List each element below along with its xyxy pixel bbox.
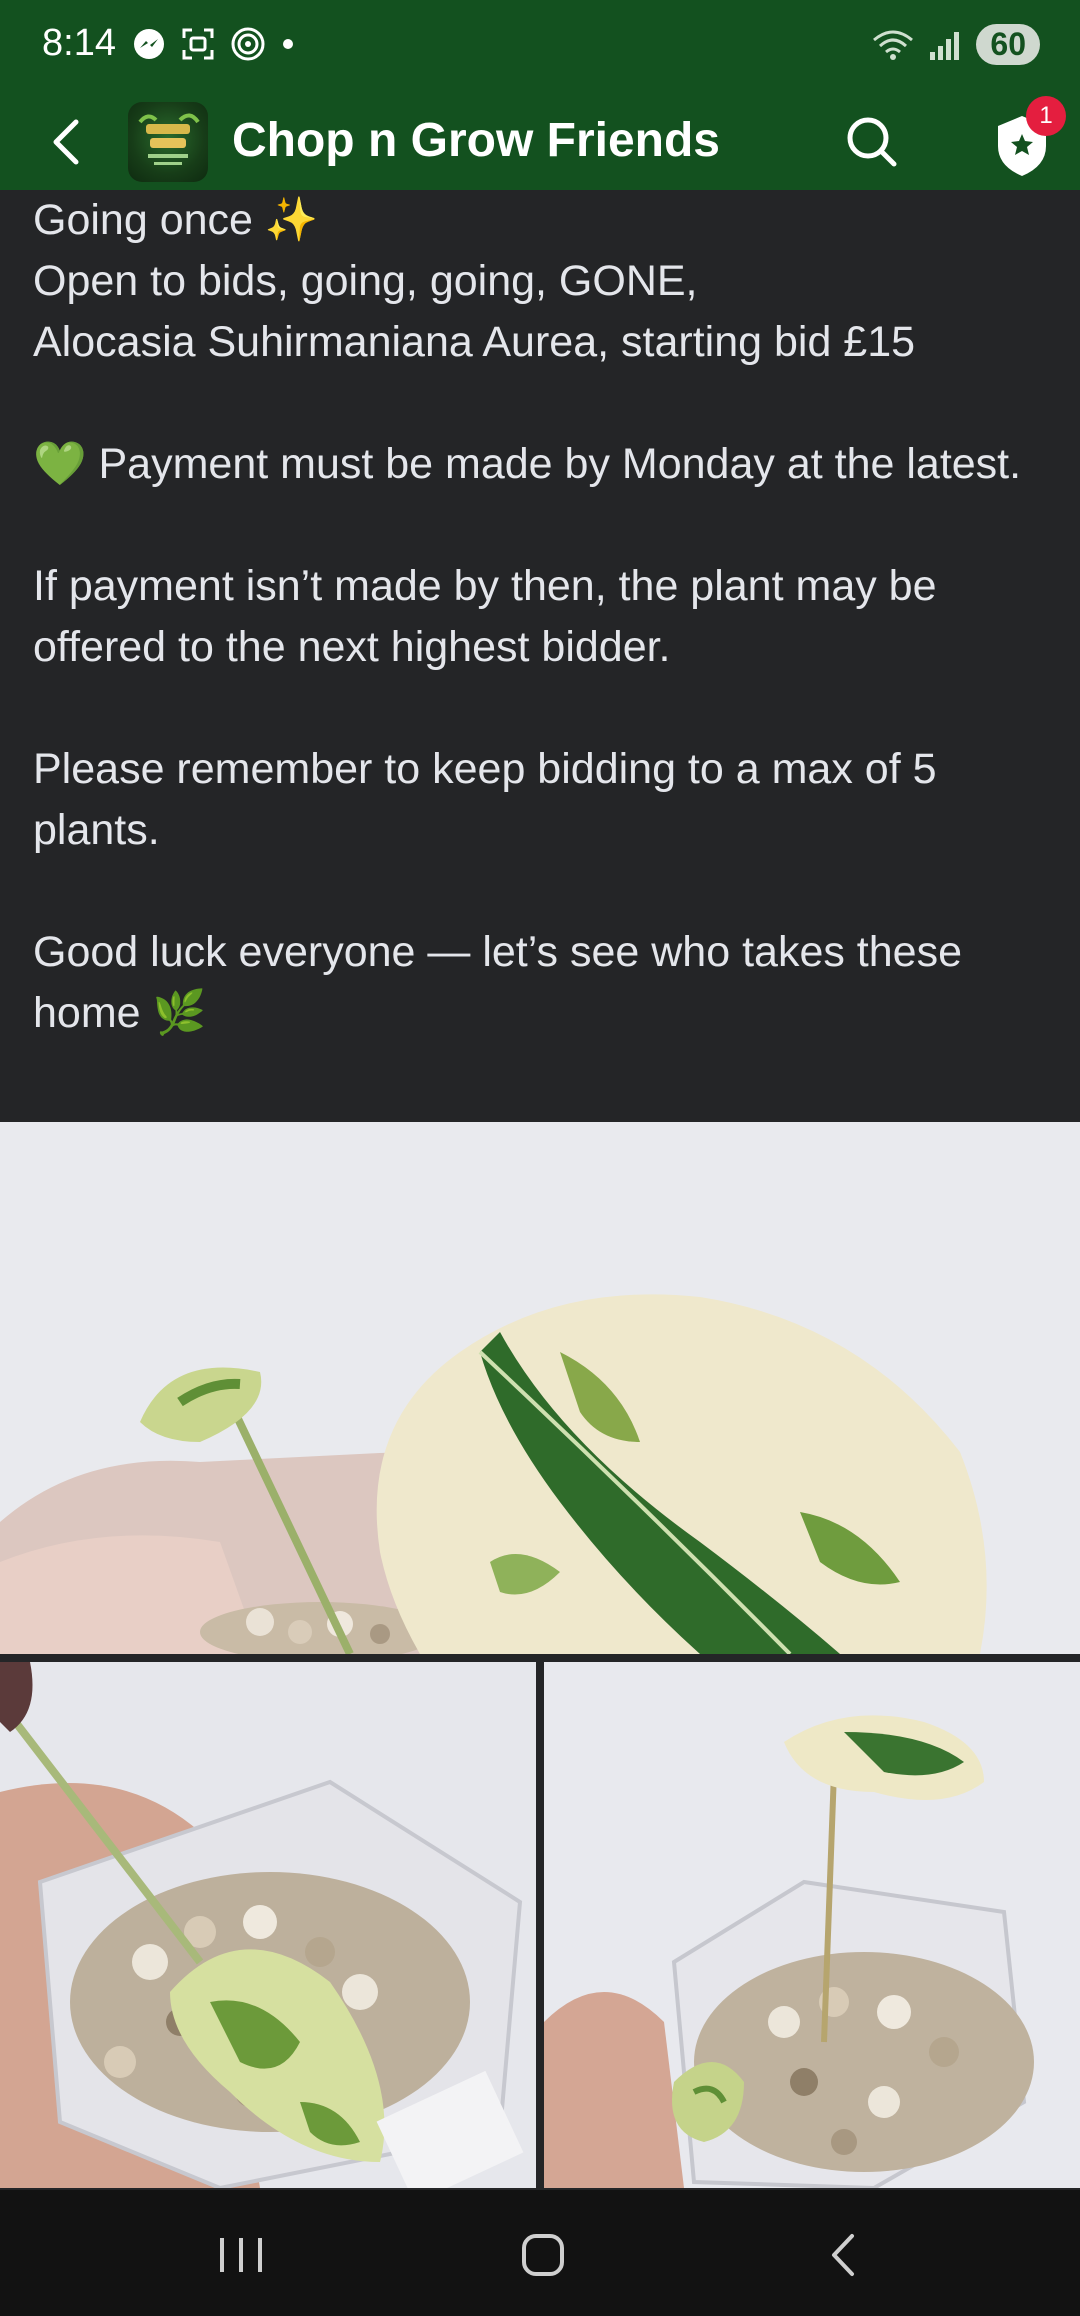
group-title[interactable]: Chop n Grow Friends [232,106,720,176]
status-icons-right: 60 [872,24,1040,65]
post-line: If payment isn’t made by then, the plant… [33,562,937,671]
post-photo-left[interactable] [0,1662,536,2188]
post-line: Please remember to keep bidding to a max… [33,745,937,854]
plant-pot-illustration [544,1662,1080,2188]
status-time: 8:14 [42,22,116,64]
app-bar: Chop n Grow Friends 1 [0,92,1080,190]
recent-apps-icon[interactable] [206,2220,276,2290]
post-photo-right[interactable] [544,1662,1080,2188]
status-bar: 8:14 60 [0,0,1080,92]
group-logo-icon [138,113,200,165]
post-line: Going once ✨ [33,196,319,244]
back-nav-icon[interactable] [810,2220,880,2290]
search-icon[interactable] [840,110,904,174]
plant-pot-illustration [0,1662,536,2188]
group-avatar[interactable] [128,102,208,182]
post-body: Going once ✨ Open to bids, going, going,… [33,190,1053,1044]
screenshot-icon [182,28,214,60]
nfc-icon [231,27,265,61]
post-line: 💚 Payment must be made by Monday at the … [33,440,1022,488]
notification-badge: 1 [1026,96,1066,136]
back-arrow-icon[interactable] [38,112,98,172]
system-nav-bar [0,2190,1080,2316]
battery-indicator: 60 [976,24,1040,65]
admin-tools-button[interactable]: 1 [976,96,1068,188]
post-line: Good luck everyone — let’s see who takes… [33,928,962,1037]
messenger-icon [134,29,164,59]
signal-icon [930,31,960,60]
home-icon[interactable] [508,2220,578,2290]
post-line: Alocasia Suhirmaniana Aurea, starting bi… [33,318,916,366]
post-photo-main[interactable] [0,1122,1080,1654]
status-icons-left [132,26,296,62]
wifi-icon [873,30,914,60]
dot-icon [283,39,293,49]
plant-leaf-illustration [0,1122,1080,1654]
post-line: Open to bids, going, going, GONE, [33,257,698,305]
